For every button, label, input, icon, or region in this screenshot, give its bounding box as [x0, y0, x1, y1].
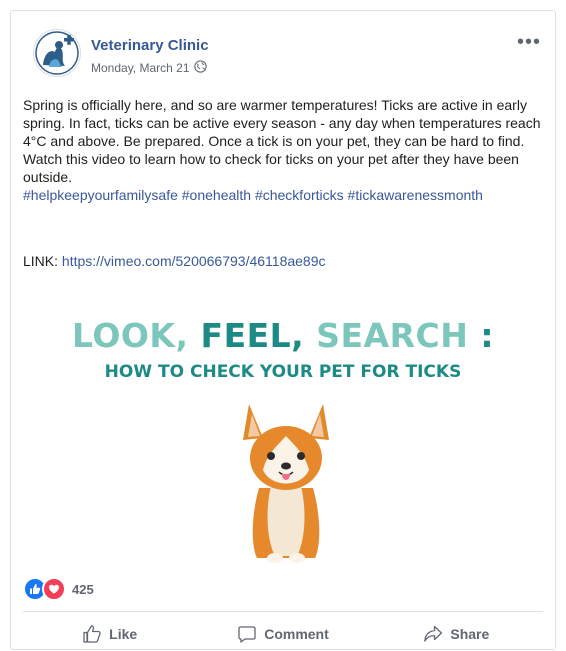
post-body: Spring is officially here, and so are wa… — [23, 96, 551, 204]
like-button[interactable]: Like — [23, 617, 196, 651]
post-header: Veterinary Clinic Monday, March 21 ••• — [33, 29, 541, 81]
clinic-logo-icon — [35, 31, 79, 75]
hashtag-link[interactable]: #onehealth — [182, 187, 251, 203]
corgi-dog-illustration — [243, 404, 329, 563]
share-button[interactable]: Share — [370, 617, 543, 651]
thumbs-up-icon — [82, 624, 102, 644]
link-line: LINK: https://vimeo.com/520066793/46118a… — [23, 253, 326, 269]
video-title-search: SEARCH — [316, 316, 469, 355]
reaction-count[interactable]: 425 — [72, 582, 94, 597]
globe-icon — [193, 60, 207, 76]
hashtag-link[interactable]: #checkforticks — [255, 187, 344, 203]
video-thumbnail[interactable]: LOOK, FEEL, SEARCH : HOW TO CHECK YOUR P… — [11, 286, 555, 570]
love-reaction-icon — [42, 577, 66, 601]
comment-button[interactable]: Comment — [196, 617, 369, 651]
video-title-feel: FEEL, — [200, 316, 317, 355]
like-label: Like — [109, 626, 138, 642]
reaction-summary[interactable]: 425 — [23, 577, 94, 601]
link-label: LINK: — [23, 253, 59, 269]
post-card: Veterinary Clinic Monday, March 21 ••• S… — [10, 10, 556, 650]
page-name-link[interactable]: Veterinary Clinic — [91, 37, 209, 54]
action-divider — [23, 611, 543, 612]
hashtag-link[interactable]: #tickawarenessmonth — [348, 187, 483, 203]
video-title-look: LOOK, — [71, 316, 201, 355]
post-meta: Monday, March 21 — [91, 60, 207, 76]
page-avatar[interactable] — [33, 29, 81, 77]
share-arrow-icon — [423, 624, 443, 644]
post-date[interactable]: Monday, March 21 — [91, 61, 190, 75]
share-label: Share — [450, 626, 490, 642]
post-text: Spring is officially here, and so are wa… — [23, 97, 541, 185]
video-link[interactable]: https://vimeo.com/520066793/46118ae89c — [62, 253, 326, 269]
hashtag-list: #helpkeepyourfamilysafe #onehealth #chec… — [23, 186, 551, 204]
comment-label: Comment — [264, 626, 329, 642]
video-subtitle: HOW TO CHECK YOUR PET FOR TICKS — [104, 362, 462, 382]
hashtag-link[interactable]: #helpkeepyourfamilysafe — [23, 187, 178, 203]
video-title: LOOK, FEEL, SEARCH : — [11, 316, 555, 355]
comment-icon — [237, 624, 257, 644]
more-options-button[interactable]: ••• — [517, 32, 541, 52]
video-title-colon: : — [468, 316, 495, 355]
action-bar: Like Comment Share — [23, 617, 543, 651]
